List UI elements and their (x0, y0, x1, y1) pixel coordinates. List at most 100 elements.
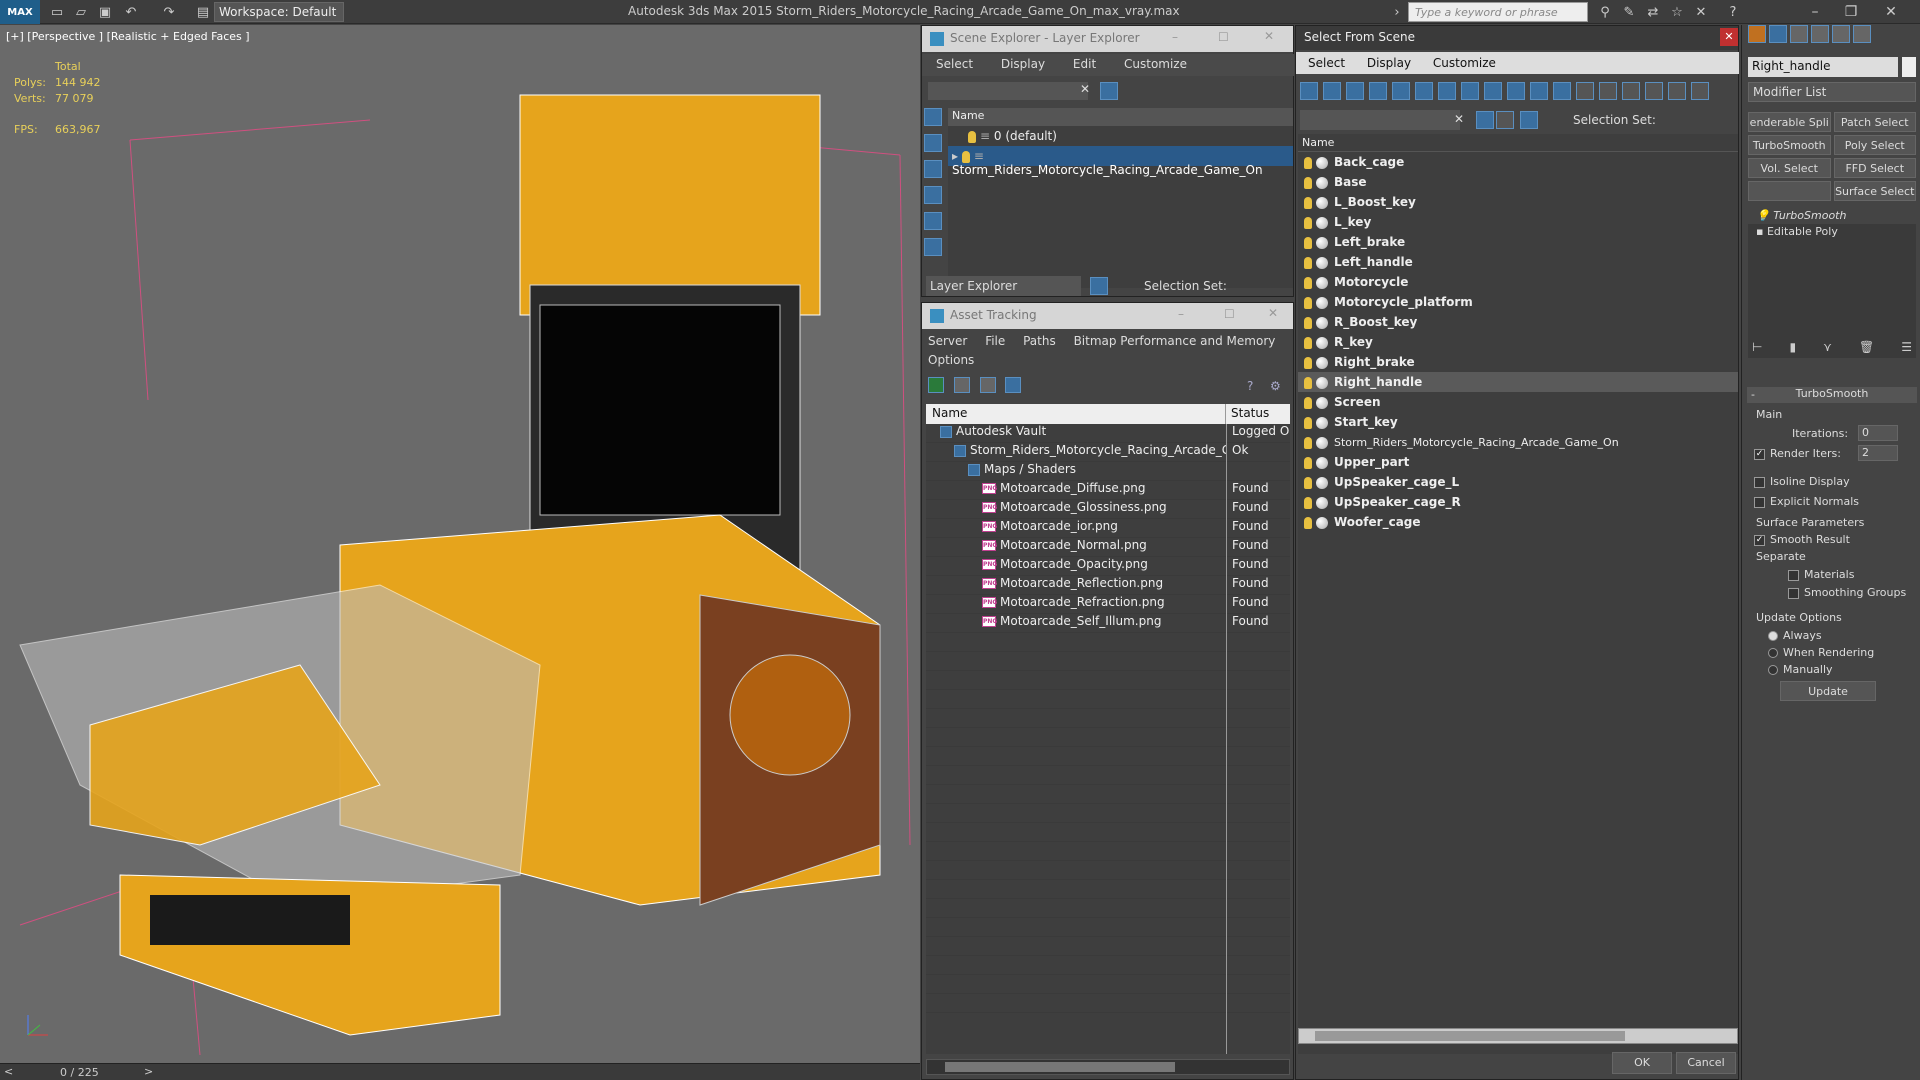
next-frame-icon[interactable]: > (144, 1065, 153, 1078)
smooth-result-checkbox[interactable]: ✓ (1754, 534, 1765, 546)
menu-select[interactable]: Select (1308, 56, 1345, 70)
object-row[interactable]: Storm_Riders_Motorcycle_Racing_Arcade_Ga… (1298, 432, 1738, 452)
hierarchy-icon[interactable] (1668, 82, 1686, 100)
selection-set-icon[interactable] (1520, 111, 1538, 129)
manually-radio[interactable] (1768, 665, 1778, 675)
menu-edit[interactable]: Edit (1073, 57, 1096, 71)
clear-search-icon[interactable]: ✕ (1080, 82, 1090, 96)
light-bulb-icon[interactable] (1304, 176, 1312, 189)
menu-customize[interactable]: Customize (1124, 57, 1187, 71)
object-row[interactable]: R_key (1298, 332, 1738, 352)
light-bulb-icon[interactable] (961, 150, 970, 163)
explicit-normals-checkbox[interactable] (1754, 496, 1765, 508)
light-bulb-icon[interactable] (1304, 256, 1312, 269)
filter-icon[interactable] (1645, 82, 1663, 100)
asset-tracking-title[interactable]: Asset Tracking (922, 303, 1293, 329)
light-bulb-icon[interactable] (1304, 436, 1312, 449)
new-file-icon[interactable]: ▭ (48, 3, 66, 21)
light-bulb-icon[interactable] (1304, 316, 1312, 329)
cancel-button[interactable]: Cancel (1676, 1052, 1736, 1074)
light-bulb-icon[interactable] (1304, 516, 1312, 529)
time-slider[interactable]: < 0 / 225 > (0, 1063, 920, 1080)
sfs-search-input[interactable] (1300, 110, 1460, 130)
menu-customize[interactable]: Customize (1433, 56, 1496, 70)
isoline-checkbox[interactable] (1754, 476, 1765, 488)
clear-search-icon[interactable]: ✕ (1454, 112, 1464, 126)
object-row[interactable]: Motorcycle (1298, 272, 1738, 292)
light-bulb-icon[interactable] (1304, 196, 1312, 209)
layer-row-selected[interactable]: ▸ ≡ Storm_Riders_Motorcycle_Racing_Arcad… (948, 146, 1293, 177)
pin-stack-icon[interactable]: ⊢ (1752, 340, 1762, 360)
chevron-right-icon[interactable]: › (1388, 3, 1406, 21)
display-containers-icon[interactable] (1507, 82, 1525, 100)
object-name-input[interactable]: Right_handle (1748, 57, 1898, 77)
menu-display[interactable]: Display (1367, 56, 1411, 70)
project-icon[interactable]: ▤ (194, 3, 212, 21)
menu-select[interactable]: Select (936, 57, 973, 71)
redo-icon[interactable]: ↷ (160, 3, 178, 21)
light-bulb-icon[interactable] (1304, 376, 1312, 389)
open-file-icon[interactable]: ▱ (72, 3, 90, 21)
object-row[interactable]: L_Boost_key (1298, 192, 1738, 212)
display-objects-icon[interactable] (924, 108, 942, 126)
close-icon[interactable]: ✕ (1264, 29, 1274, 43)
menu-file[interactable]: File (985, 334, 1005, 348)
refresh-icon[interactable] (928, 377, 944, 393)
save-icon[interactable]: ▣ (96, 3, 114, 21)
display-geometry-icon[interactable] (1300, 82, 1318, 100)
ffd-select-button[interactable]: FFD Select (1833, 158, 1916, 178)
light-bulb-icon[interactable] (1304, 396, 1312, 409)
display-helpers-icon[interactable] (1392, 82, 1410, 100)
undo-icon[interactable]: ↶ (122, 3, 140, 21)
x-icon[interactable]: ✕ (1692, 3, 1710, 21)
asset-row[interactable]: PNG Motoarcade_Reflection.png Found (926, 576, 1290, 595)
configure-sets-icon[interactable]: ☰ (1901, 340, 1912, 360)
object-row[interactable]: L_key (1298, 212, 1738, 232)
light-bulb-icon[interactable] (1304, 416, 1312, 429)
object-row[interactable]: UpSpeaker_cage_L (1298, 472, 1738, 492)
binoculars-icon[interactable]: ⚲ (1596, 3, 1614, 21)
ok-button[interactable]: OK (1612, 1052, 1672, 1074)
restore-button[interactable]: ❐ (1836, 0, 1866, 24)
display-tab-icon[interactable] (1832, 25, 1850, 43)
display-lights-icon[interactable] (924, 160, 942, 178)
object-row[interactable]: Motorcycle_platform (1298, 292, 1738, 312)
light-bulb-icon[interactable] (1304, 476, 1312, 489)
show-end-result-icon[interactable]: ▮ (1789, 340, 1796, 360)
turbosmooth-button[interactable]: TurboSmooth (1748, 135, 1831, 155)
render-iters-spinner[interactable]: 2 (1858, 445, 1898, 461)
layer-icon[interactable] (1090, 277, 1108, 295)
display-spacewarps-icon[interactable] (1415, 82, 1433, 100)
col-name-header[interactable]: Name (926, 404, 1226, 424)
materials-checkbox[interactable] (1788, 569, 1799, 581)
minimize-icon[interactable]: – (1172, 30, 1178, 44)
vol-select-button[interactable]: Vol. Select (1748, 158, 1831, 178)
expand-icon[interactable]: ▸ (952, 149, 962, 163)
options-icon[interactable] (1691, 82, 1709, 100)
object-row[interactable]: Right_handle (1298, 372, 1738, 392)
poly-select-button[interactable]: Poly Select (1833, 135, 1916, 155)
renderable-spline-button[interactable]: enderable Spli (1748, 112, 1831, 132)
prev-frame-icon[interactable]: < (4, 1065, 13, 1078)
object-row[interactable]: Start_key (1298, 412, 1738, 432)
utilities-tab-icon[interactable] (1853, 25, 1871, 43)
invert-display-icon[interactable] (1622, 82, 1640, 100)
iterations-spinner[interactable]: 0 (1858, 425, 1898, 441)
light-bulb-icon[interactable] (1304, 456, 1312, 469)
layer-row[interactable]: ≡ 0 (default) (948, 126, 1293, 146)
settings-icon[interactable]: ⚙ (1270, 379, 1281, 393)
workspace-dropdown[interactable]: Workspace: Default (214, 2, 344, 22)
scrollbar-thumb[interactable] (1315, 1031, 1625, 1041)
patch-select-button[interactable]: Patch Select (1833, 112, 1916, 132)
display-xrefs-icon[interactable] (1461, 82, 1479, 100)
table-icon[interactable] (1005, 377, 1022, 393)
when-rendering-radio[interactable] (1768, 648, 1778, 658)
surface-select-button[interactable]: Surface Select (1833, 181, 1916, 201)
turbosmooth-rollout-header[interactable]: - TurboSmooth (1747, 387, 1917, 403)
scene-explorer-title[interactable]: Scene Explorer - Layer Explorer (922, 26, 1293, 52)
minimize-icon[interactable]: – (1178, 307, 1184, 321)
app-logo[interactable]: MAX (0, 0, 40, 24)
scene-filter-input[interactable] (928, 82, 1088, 100)
asset-row[interactable]: PNG Motoarcade_Refraction.png Found (926, 595, 1290, 614)
menu-options[interactable]: Options (928, 353, 974, 367)
